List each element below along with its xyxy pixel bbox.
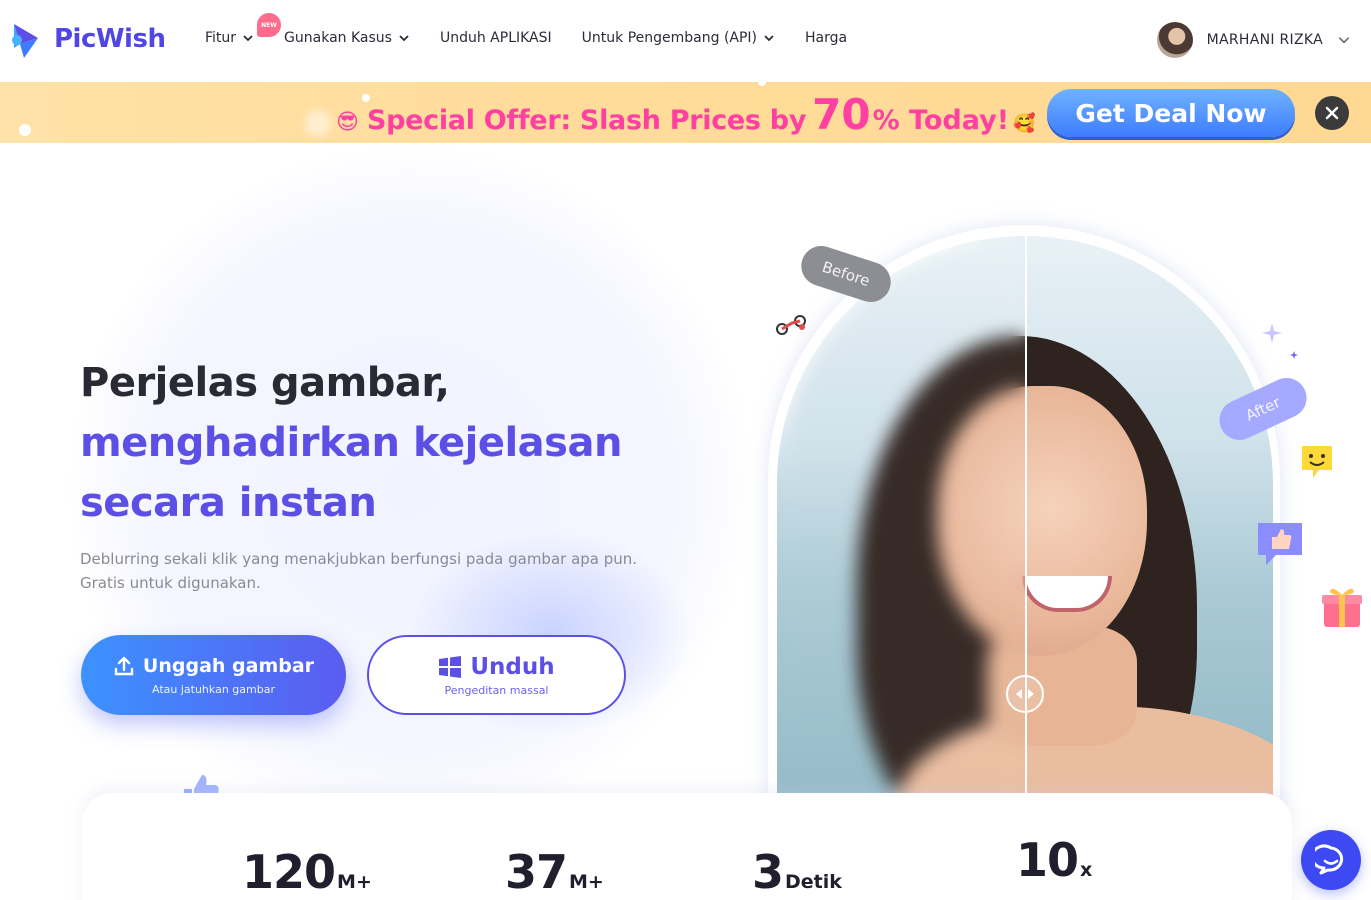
chevron-down-icon (243, 35, 253, 42)
hero-subtitle: Deblurring sekali klik yang menakjubkan … (80, 550, 638, 592)
stat-unit: Detik (785, 871, 842, 893)
smiley-sticker-icon (1302, 446, 1332, 478)
blurred-before-half (777, 236, 1025, 832)
user-menu[interactable]: MARHANI RIZKA (1156, 22, 1351, 58)
scooter-sticker-icon (776, 315, 806, 335)
upload-button-label: Unggah gambar (142, 654, 315, 677)
nav-label: Untuk Pengembang (API) (581, 30, 758, 46)
hero-title-line3: secara instan (80, 480, 377, 526)
chat-icon (1315, 844, 1344, 875)
nav-label: Unduh APLIKASI (439, 30, 552, 46)
nav-label: Harga (805, 30, 848, 46)
download-button-hint: Pengeditan massal (444, 683, 549, 697)
nav-item-gunakan-kasus[interactable]: Gunakan Kasus (284, 30, 410, 46)
sunglasses-icon: 😎 (336, 110, 359, 135)
stat-quality: 10 x (1016, 833, 1092, 887)
chevron-down-icon (399, 35, 409, 42)
brand-logo[interactable]: PicWish (10, 18, 166, 60)
promo-banner: 😎 Special Offer: Slash Prices by 70 % To… (0, 82, 1371, 143)
download-button-row: Unduh (438, 653, 555, 680)
stat-unit: x (1080, 859, 1093, 881)
close-promo-button[interactable] (1315, 96, 1349, 130)
sparkle-icon (1262, 323, 1298, 359)
decor-dot (19, 124, 31, 136)
site-header: PicWish Fitur NEW Gunakan Kasus Unduh AP… (0, 0, 1371, 82)
stat-unit: M+ (569, 871, 604, 893)
stat-images: 37 M+ (505, 845, 604, 899)
upload-image-button[interactable]: Unggah gambar Atau jatuhkan gambar (81, 635, 346, 715)
heart-eyes-icon: 🥰 (1013, 113, 1036, 134)
hero-title: Perjelas gambar, menghadirkan kejelasan … (80, 353, 622, 533)
nav-item-fitur[interactable]: Fitur NEW (205, 13, 281, 46)
promo-text-after: % Today! (872, 105, 1010, 136)
user-name: MARHANI RIZKA (1206, 32, 1323, 48)
hero-section: Perjelas gambar, menghadirkan kejelasan … (0, 143, 1371, 900)
new-badge: NEW (257, 13, 281, 37)
download-button-label: Unduh (470, 653, 555, 680)
stat-unit: M+ (337, 871, 372, 893)
before-after-image[interactable] (777, 236, 1273, 832)
hero-title-line1: Perjelas gambar, (80, 360, 450, 406)
chevron-down-icon (1338, 37, 1350, 44)
download-app-button[interactable]: Unduh Pengeditan massal (367, 635, 626, 715)
promo-highlight: 70 (812, 90, 871, 139)
chat-support-button[interactable] (1301, 830, 1361, 890)
main-nav: Fitur NEW Gunakan Kasus Unduh APLIKASI U… (205, 13, 877, 46)
nav-item-unduh-aplikasi[interactable]: Unduh APLIKASI (440, 30, 552, 46)
stat-value: 120 (242, 845, 336, 899)
hero-title-line2: menghadirkan kejelasan (80, 420, 622, 466)
stat-value: 10 (1016, 833, 1079, 887)
windows-icon (439, 655, 462, 678)
stat-speed: 3 Detik (752, 845, 842, 899)
nav-label: Fitur (205, 30, 237, 46)
upload-icon (114, 656, 134, 675)
chevron-down-icon (764, 35, 774, 42)
close-icon (1325, 106, 1339, 120)
thumbs-up-sticker-icon (1258, 523, 1302, 565)
compare-divider[interactable] (1025, 236, 1027, 832)
compare-slider-handle[interactable] (1006, 675, 1044, 713)
get-deal-button[interactable]: Get Deal Now (1047, 89, 1295, 137)
upload-button-row: Unggah gambar (113, 655, 314, 677)
decor-dot (758, 82, 766, 86)
picwish-logo-icon (12, 24, 38, 58)
avatar[interactable] (1156, 22, 1193, 58)
stat-value: 37 (505, 845, 568, 899)
nav-item-pengembang-api[interactable]: Untuk Pengembang (API) (582, 30, 775, 46)
nav-item-harga[interactable]: Harga (805, 30, 847, 46)
upload-button-hint: Atau jatuhkan gambar (152, 682, 275, 696)
stat-value: 3 (752, 845, 784, 899)
promo-text-before: Special Offer: Slash Prices by (366, 105, 807, 136)
arrows-horizontal-icon (1016, 689, 1034, 699)
nav-label: Gunakan Kasus (284, 30, 392, 46)
brand-name: PicWish (54, 24, 166, 54)
promo-text: 😎 Special Offer: Slash Prices by 70 % To… (336, 90, 1035, 139)
decor-dot (305, 110, 331, 136)
stat-users: 120 M+ (242, 845, 372, 899)
gift-sticker-icon (1322, 588, 1362, 627)
